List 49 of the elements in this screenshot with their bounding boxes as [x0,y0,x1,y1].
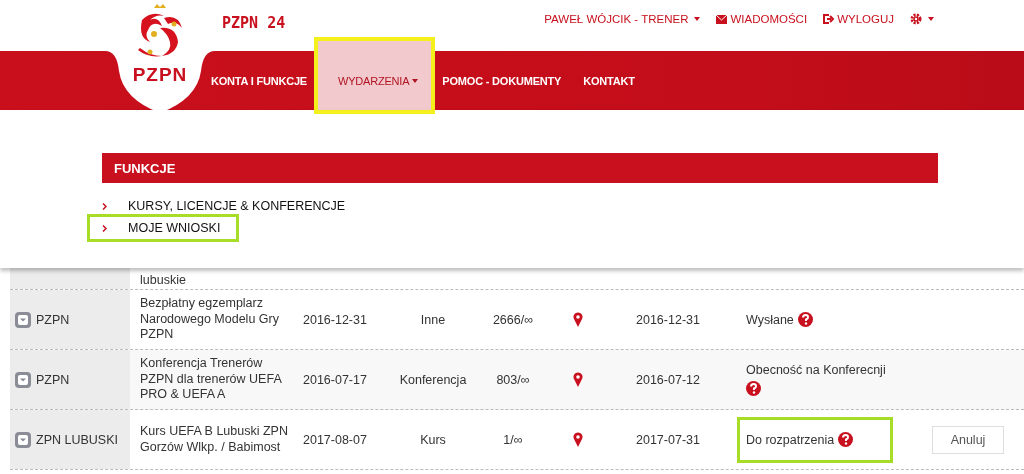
section-heading: FUNKCJE [102,153,938,183]
nav-tab[interactable]: POMOC - DOKUMENTY [431,51,573,110]
table-cell-text: Bezpłatny egzemplarz Narodowego Modelu Gry PZPN [140,296,280,343]
cancel-button[interactable]: Anuluj [932,425,1004,454]
nav-tab[interactable]: KONTA I FUNKCJE [200,51,318,110]
settings-icon [910,13,922,25]
table-cell: 2016-07-12 [636,372,700,387]
chevron-icon [102,224,107,232]
menu-item[interactable]: MOJE WNIOSKI [90,217,236,239]
status-cell: Wysłane [740,308,819,331]
table-cell: Inne [420,312,446,327]
logout-link[interactable]: WYLOGUJ [823,13,894,25]
help-icon[interactable] [746,381,761,396]
user-menu-link[interactable]: PAWEŁ WÓJCIK - TRENER [544,13,701,25]
envelope-icon [716,14,728,24]
expand-icon[interactable] [15,311,31,328]
table-cell: 2016-12-31 [636,312,700,327]
nav-tab[interactable]: KONTAKT [572,51,646,110]
messages-link[interactable]: WIADOMOŚCI [716,13,808,25]
status-cell: Obecność na Konferecnji [740,359,910,400]
settings-menu[interactable] [910,13,934,25]
table-cell: 2017-07-31 [636,432,700,447]
table-cell: PZPN [36,372,70,387]
table-cell: Konferencja [399,372,467,387]
map-pin-icon[interactable] [573,372,583,387]
help-icon[interactable] [797,312,813,327]
table-cell: 2016-07-17 [303,372,367,387]
table-cell: PZPN [36,312,70,327]
expand-icon[interactable] [15,371,31,388]
menu-item[interactable]: KURSY, LICENCJE & KONFERENCJE [102,195,354,217]
logout-icon [823,14,835,24]
table-cell: 803/∞ [496,372,530,387]
table-cell-text: Konferencja Trenerów PZPN dla trenerów UEFA PRO & UEFA A [140,356,283,403]
chevron-icon [102,202,107,210]
site-title: PZPN 24 [222,14,286,32]
expand-icon[interactable] [15,431,31,448]
table-cell: 2016-12-31 [303,312,367,327]
table-cell-text: Kurs UEFA B Lubuski ZPN Gorzów Wlkp. / Babimost [140,423,289,456]
table-cell: 2017-08-07 [303,432,367,447]
help-icon[interactable] [838,432,854,447]
status-cell: Do rozpatrzenia [740,419,890,460]
table-cell: ZPN LUBUSKI [36,432,118,447]
map-pin-icon[interactable] [573,312,583,327]
table-cell: lubuskie [140,273,186,289]
map-pin-icon[interactable] [573,432,583,447]
table-cell: 2666/∞ [492,312,534,327]
table-cell: 1/∞ [503,432,523,447]
logo-text: PZPN [132,64,188,86]
table-cell: Kurs [420,432,446,447]
